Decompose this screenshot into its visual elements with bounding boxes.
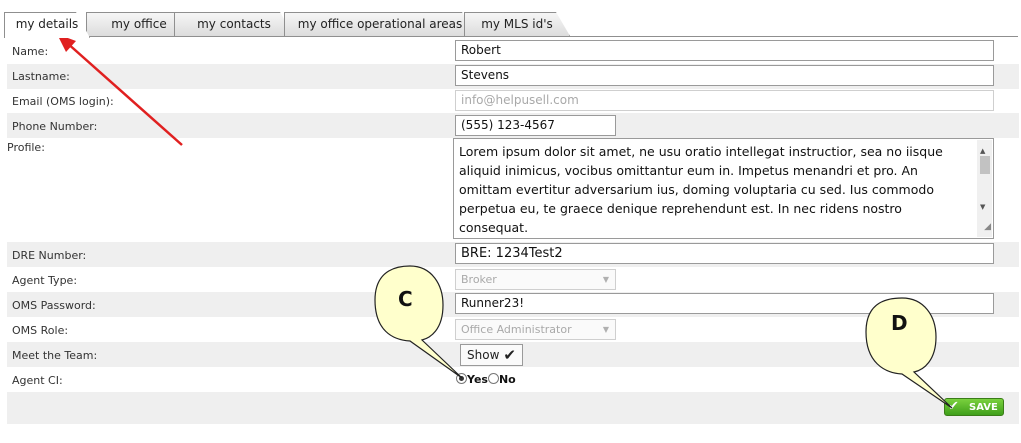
callout-c-bubble	[374, 265, 463, 379]
callout-d-bubble	[865, 297, 953, 409]
callout-d-label: D	[891, 311, 908, 335]
red-arrow-line	[65, 41, 183, 146]
tab-my-details[interactable]: my details	[4, 12, 90, 38]
tab-label: my details	[15, 17, 79, 31]
callout-c-label: C	[398, 287, 413, 311]
annotation-overlay	[57, 34, 953, 409]
